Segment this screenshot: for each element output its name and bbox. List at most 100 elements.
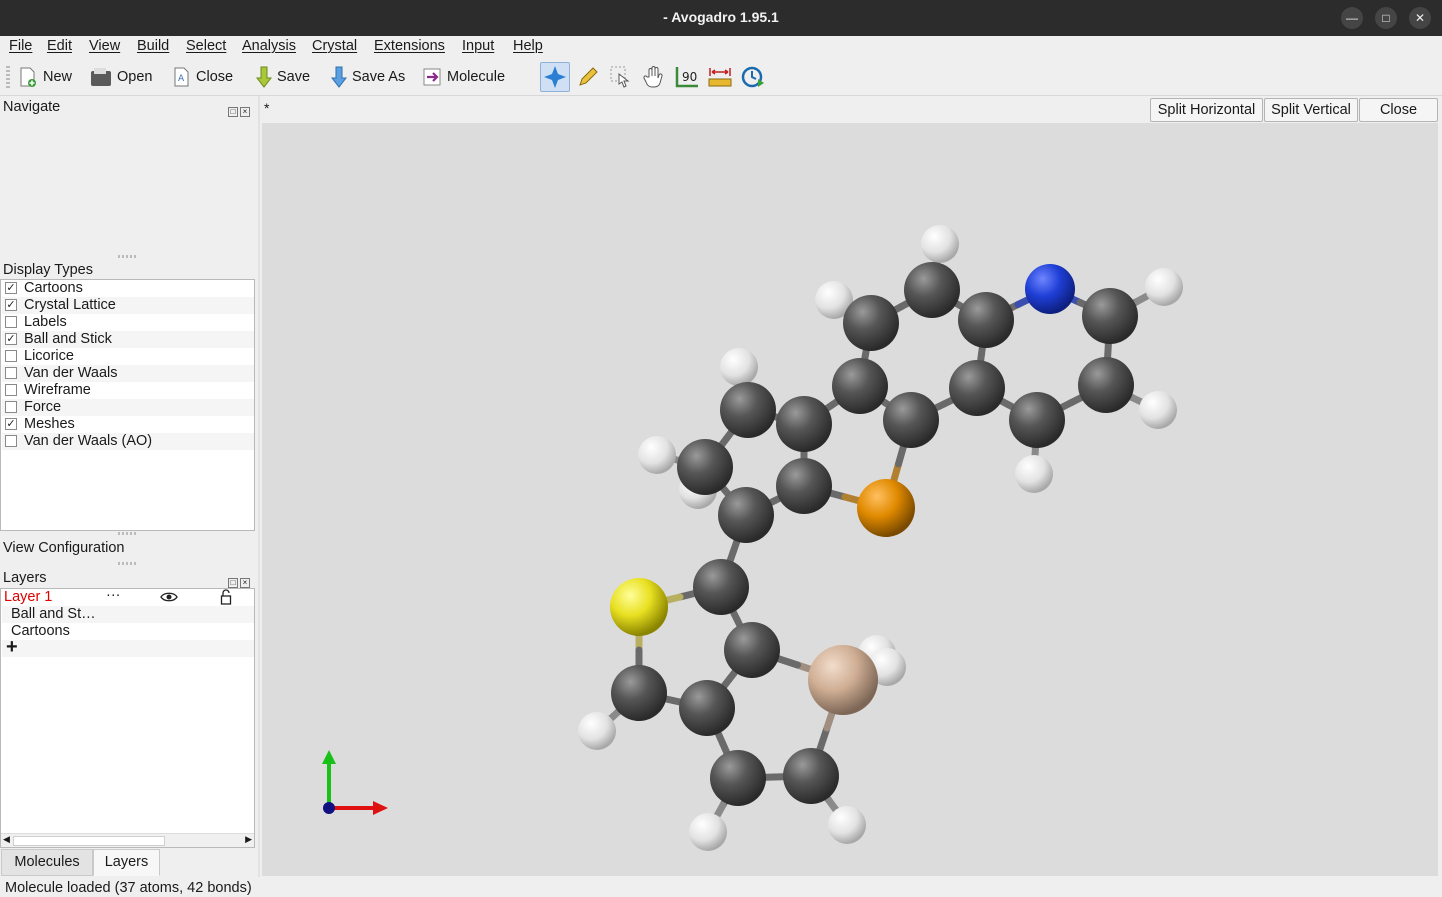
checkbox-cartoons[interactable]: ✓ xyxy=(5,282,17,294)
checkbox-ball-and-stick[interactable]: ✓ xyxy=(5,333,17,345)
atom-h-h4[interactable] xyxy=(1139,391,1177,429)
menu-file[interactable]: File xyxy=(9,38,32,54)
atom-c-c11[interactable] xyxy=(720,382,776,438)
molecule-button[interactable]: Molecule xyxy=(423,64,505,90)
layer-entry-cartoons[interactable]: Cartoons xyxy=(2,623,254,640)
menu-help[interactable]: Help xyxy=(513,38,543,54)
atom-h-h7[interactable] xyxy=(638,436,676,474)
checkbox-licorice[interactable] xyxy=(5,350,17,362)
display-types-splitter[interactable] xyxy=(118,532,136,535)
atom-c-c3[interactable] xyxy=(958,292,1014,348)
layer-menu-icon[interactable]: ··· xyxy=(106,587,121,603)
float-panel-icon[interactable]: □ xyxy=(228,107,238,117)
display-type-wireframe[interactable]: Wireframe xyxy=(2,382,254,399)
atom-h-h10[interactable] xyxy=(689,813,727,851)
split-horizontal-button[interactable]: Split Horizontal xyxy=(1150,98,1263,122)
navigate-splitter[interactable] xyxy=(118,255,136,258)
menu-extensions[interactable]: Extensions xyxy=(374,38,445,54)
tab-molecules[interactable]: Molecules xyxy=(1,849,93,876)
close-layers-panel-icon[interactable]: × xyxy=(240,578,250,588)
checkbox-crystal-lattice[interactable]: ✓ xyxy=(5,299,17,311)
atom-c-c6[interactable] xyxy=(1009,392,1065,448)
atom-c-c17[interactable] xyxy=(611,665,667,721)
close-panel-icon[interactable]: × xyxy=(240,107,250,117)
tab-layers[interactable]: Layers xyxy=(93,849,160,876)
atom-c-c19[interactable] xyxy=(710,750,766,806)
add-layer-icon[interactable]: + xyxy=(6,636,18,659)
menu-edit[interactable]: Edit xyxy=(47,38,72,54)
open-button[interactable]: Open xyxy=(89,64,152,90)
atom-c-c7[interactable] xyxy=(949,360,1005,416)
minimize-icon[interactable]: — xyxy=(1341,7,1363,29)
checkbox-labels[interactable] xyxy=(5,316,17,328)
atom-c-c14[interactable] xyxy=(776,458,832,514)
atom-c-c8[interactable] xyxy=(883,392,939,448)
atom-c-c2[interactable] xyxy=(843,295,899,351)
scroll-thumb[interactable] xyxy=(13,836,165,846)
select-tool-button[interactable] xyxy=(606,62,636,92)
atom-c-c12[interactable] xyxy=(677,439,733,495)
molecule-canvas[interactable] xyxy=(262,123,1438,876)
menu-build[interactable]: Build xyxy=(137,38,169,54)
display-type-labels[interactable]: Labels xyxy=(2,314,254,331)
display-type-cartoons[interactable]: ✓ Cartoons xyxy=(2,280,254,297)
atom-c-c16[interactable] xyxy=(724,622,780,678)
close-view-button[interactable]: Close xyxy=(1359,98,1438,122)
panel-divider[interactable] xyxy=(258,96,260,877)
menu-select[interactable]: Select xyxy=(186,38,226,54)
scroll-right-icon[interactable]: ▶ xyxy=(245,834,252,845)
menu-crystal[interactable]: Crystal xyxy=(312,38,357,54)
checkbox-force[interactable] xyxy=(5,401,17,413)
display-type-force[interactable]: Force xyxy=(2,399,254,416)
atom-h-h6[interactable] xyxy=(720,348,758,386)
display-type-van-der-waals-ao[interactable]: Van der Waals (AO) xyxy=(2,433,254,450)
animation-tool-button[interactable] xyxy=(738,62,768,92)
layers-horizontal-scrollbar[interactable]: ◀ ▶ xyxy=(1,833,254,847)
add-layer-row[interactable]: + xyxy=(2,636,254,658)
atom-c-c13[interactable] xyxy=(718,487,774,543)
layer-entry-ball-and-stick[interactable]: Ball and St… xyxy=(2,606,254,623)
molecule-viewport[interactable] xyxy=(262,123,1438,876)
atom-h-h5[interactable] xyxy=(1015,455,1053,493)
checkbox-van-der-waals-ao[interactable] xyxy=(5,435,17,447)
scroll-left-icon[interactable]: ◀ xyxy=(3,834,10,845)
measure-distance-tool-button[interactable] xyxy=(705,62,735,92)
view-config-splitter[interactable] xyxy=(118,562,136,565)
atom-h-h1[interactable] xyxy=(921,225,959,263)
display-type-van-der-waals[interactable]: Van der Waals xyxy=(2,365,254,382)
atom-c-c4[interactable] xyxy=(1082,288,1138,344)
atom-c-c1[interactable] xyxy=(904,262,960,318)
atom-si-si1[interactable] xyxy=(808,645,878,715)
document-tab-marker[interactable]: * xyxy=(264,100,269,116)
atom-c-c15[interactable] xyxy=(693,559,749,615)
display-type-meshes[interactable]: ✓ Meshes xyxy=(2,416,254,433)
checkbox-van-der-waals[interactable] xyxy=(5,367,17,379)
new-button[interactable]: New xyxy=(17,64,72,90)
atom-h-h9[interactable] xyxy=(578,712,616,750)
atom-c-c18[interactable] xyxy=(679,680,735,736)
display-type-ball-and-stick[interactable]: ✓ Ball and Stick xyxy=(2,331,254,348)
display-type-licorice[interactable]: Licorice xyxy=(2,348,254,365)
atom-p-p1[interactable] xyxy=(857,479,915,537)
atom-c-c10[interactable] xyxy=(776,396,832,452)
layer-name[interactable]: Layer 1 xyxy=(4,589,52,605)
save-button[interactable]: Save xyxy=(255,64,310,90)
manipulate-tool-button[interactable] xyxy=(639,62,669,92)
menu-input[interactable]: Input xyxy=(462,38,494,54)
toolbar-grip-icon[interactable] xyxy=(6,66,10,88)
unlock-icon[interactable] xyxy=(220,589,232,605)
close-button[interactable]: A Close xyxy=(172,64,233,90)
split-vertical-button[interactable]: Split Vertical xyxy=(1264,98,1358,122)
atom-n-n1[interactable] xyxy=(1025,264,1075,314)
close-window-icon[interactable]: ✕ xyxy=(1409,7,1431,29)
measure-angle-tool-button[interactable]: 90 xyxy=(672,62,702,92)
layer-row-1[interactable]: Layer 1 ··· xyxy=(2,587,254,606)
menu-analysis[interactable]: Analysis xyxy=(242,38,296,54)
maximize-icon[interactable]: □ xyxy=(1375,7,1397,29)
checkbox-meshes[interactable]: ✓ xyxy=(5,418,17,430)
atom-c-c5[interactable] xyxy=(1078,357,1134,413)
draw-tool-button[interactable] xyxy=(573,62,603,92)
atom-h-h3[interactable] xyxy=(1145,268,1183,306)
atom-h-h11[interactable] xyxy=(828,806,866,844)
eye-visibility-icon[interactable] xyxy=(160,591,178,603)
